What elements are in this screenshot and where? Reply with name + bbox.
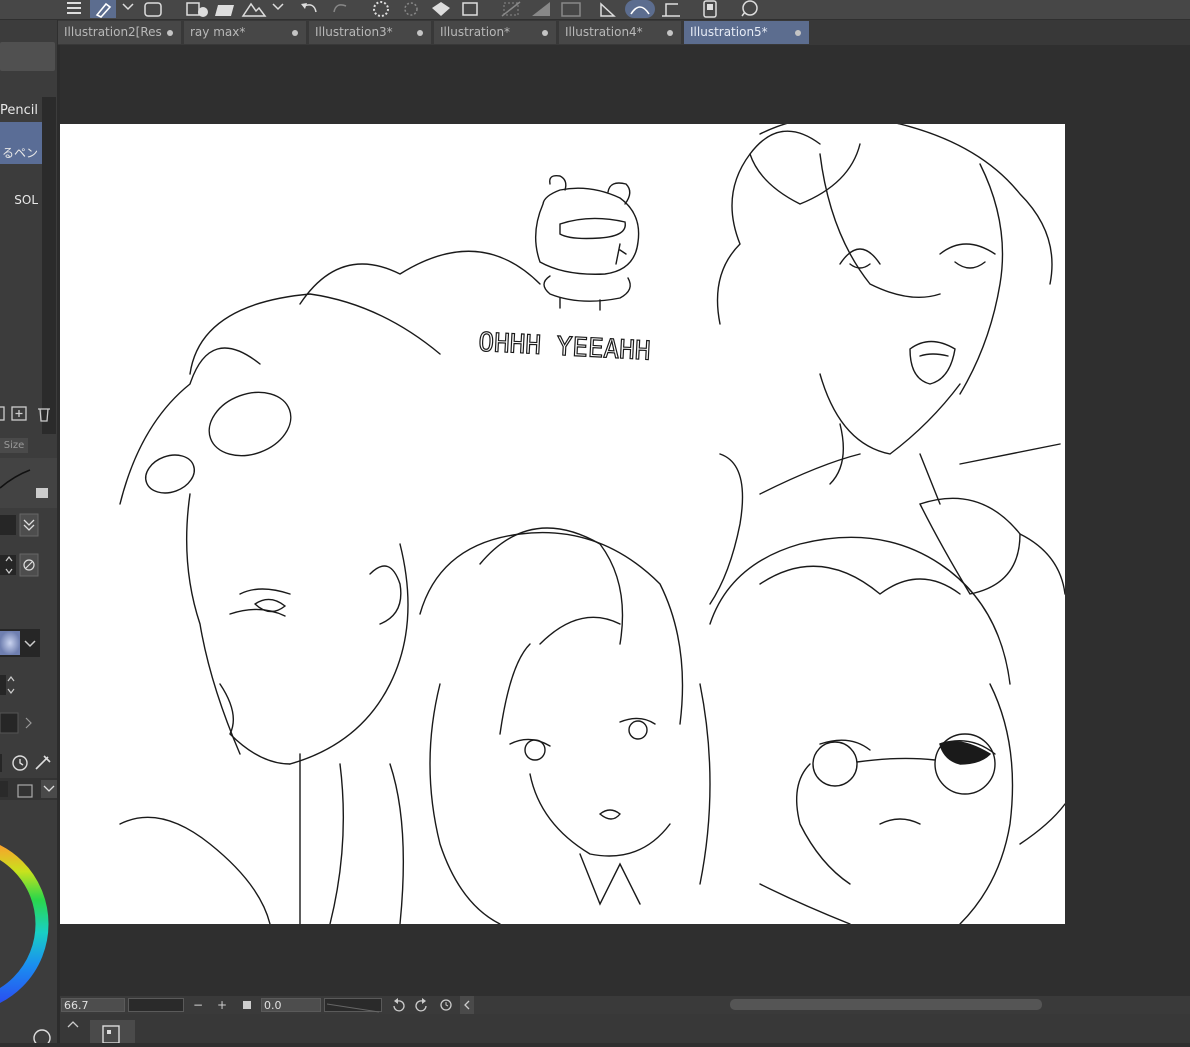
reset-rotation-icon[interactable] (438, 996, 454, 1014)
brush-size-row[interactable] (0, 512, 57, 538)
rotate-left-icon[interactable] (390, 996, 406, 1014)
brush-opacity-row[interactable] (0, 552, 57, 578)
zoom-out-label: − (192, 998, 204, 1012)
tab-label: Illustration* (440, 25, 511, 39)
panel-header (0, 42, 55, 71)
brush-label: るペン (1, 146, 38, 160)
brush-list-scrollbar[interactable] (42, 97, 56, 434)
frame-icon[interactable] (558, 0, 584, 18)
transform-icon[interactable] (458, 0, 484, 18)
tab-label: Illustration4* (565, 25, 643, 39)
close-icon[interactable] (667, 30, 673, 36)
rotation-input[interactable]: 0.0 (261, 998, 321, 1012)
chevron-left-icon[interactable] (460, 996, 474, 1014)
chevron-down-icon[interactable] (21, 631, 39, 655)
close-icon[interactable] (417, 30, 423, 36)
folder-icon[interactable] (212, 0, 238, 18)
pen-tool-icon[interactable] (90, 0, 116, 18)
tab-label: ray max* (190, 25, 246, 39)
brush-preview (0, 458, 57, 508)
drawing-canvas[interactable]: OHHH YEEAHH (60, 124, 1065, 924)
crop-icon[interactable] (498, 0, 524, 18)
sketch-artwork: OHHH YEEAHH (119, 124, 1065, 924)
grid-snap-icon[interactable] (658, 0, 684, 18)
close-icon[interactable] (542, 30, 548, 36)
zoom-in-label: + (216, 998, 228, 1012)
chevron-down-icon[interactable] (270, 0, 286, 18)
chevron-down-icon[interactable] (119, 0, 137, 18)
loading-icon[interactable] (368, 0, 394, 18)
speech-bubble-icon[interactable] (736, 0, 762, 18)
tab-size[interactable]: Size (0, 438, 28, 453)
rotation-value: 0.0 (264, 999, 282, 1012)
tab-illustration2[interactable]: Illustration2[Res (58, 21, 181, 44)
ruler-icon[interactable] (596, 0, 622, 18)
tab-illustration5[interactable]: Illustration5* (684, 21, 809, 44)
layer-icon[interactable] (142, 0, 164, 18)
size-tab-label: Size (3, 440, 25, 451)
brush-item-sol[interactable]: SOL (0, 188, 42, 212)
left-tool-panel: Pencil るペン SOL Size (0, 20, 57, 1043)
zoom-value: 66.7 (64, 999, 89, 1012)
hamster-doodle (535, 174, 640, 311)
rotate-right-icon[interactable] (414, 996, 430, 1014)
rotation-slider[interactable] (324, 998, 382, 1013)
fit-view-icon[interactable] (240, 996, 254, 1014)
device-icon[interactable] (698, 0, 722, 18)
brush-item-selected[interactable]: るペン (0, 122, 42, 164)
new-layer-icon[interactable] (184, 0, 210, 18)
tab-label: Illustration3* (315, 25, 393, 39)
selection-icon[interactable] (398, 0, 424, 18)
character-top-right (716, 124, 1065, 595)
image-icon[interactable] (241, 0, 267, 18)
redo-icon[interactable] (328, 0, 352, 18)
snap-icon[interactable] (625, 0, 655, 18)
handwritten-text: OHHH YEEAHH (478, 328, 652, 367)
brush-label: Pencil (0, 103, 38, 118)
chevron-up-icon[interactable] (64, 1016, 82, 1030)
brush-density-row[interactable] (0, 672, 57, 698)
zoom-slider[interactable] (128, 998, 184, 1012)
color-wheel[interactable] (0, 814, 57, 1043)
tab-label: Illustration5* (690, 25, 768, 39)
zoom-out-button[interactable]: − (190, 996, 206, 1014)
close-icon[interactable] (292, 30, 298, 36)
top-toolbar (0, 0, 1190, 19)
tab-illustration4[interactable]: Illustration4* (559, 21, 681, 44)
zoom-in-button[interactable]: + (214, 996, 230, 1014)
character-center (419, 453, 744, 924)
document-tab-bar: Illustration2[Res ray max* Illustration3… (58, 20, 1190, 45)
sub-tool-row (0, 778, 57, 800)
horizontal-scrollbar[interactable] (730, 999, 1042, 1010)
close-icon[interactable] (167, 30, 173, 36)
bottom-bar (60, 1014, 1190, 1043)
tab-label: Illustration2[Res (64, 25, 162, 39)
fill-icon[interactable] (428, 0, 454, 18)
zoom-input[interactable]: 66.7 (61, 998, 125, 1012)
tab-illustration3[interactable]: Illustration3* (309, 21, 431, 44)
brush-actions (0, 404, 57, 424)
character-bottom-right (709, 536, 1065, 924)
tab-illustration[interactable]: Illustration* (434, 21, 556, 44)
undo-icon[interactable] (298, 0, 322, 18)
tool-settings-row (0, 752, 57, 774)
gradient-icon[interactable] (528, 0, 554, 18)
brush-item-pencil[interactable]: Pencil (0, 100, 42, 122)
tab-ray-max[interactable]: ray max* (184, 21, 306, 44)
brush-label: SOL (14, 193, 38, 207)
navigator-tab[interactable] (90, 1020, 135, 1044)
brush-color-row[interactable] (0, 710, 57, 736)
close-icon[interactable] (795, 30, 801, 36)
menu-icon[interactable] (63, 0, 85, 18)
